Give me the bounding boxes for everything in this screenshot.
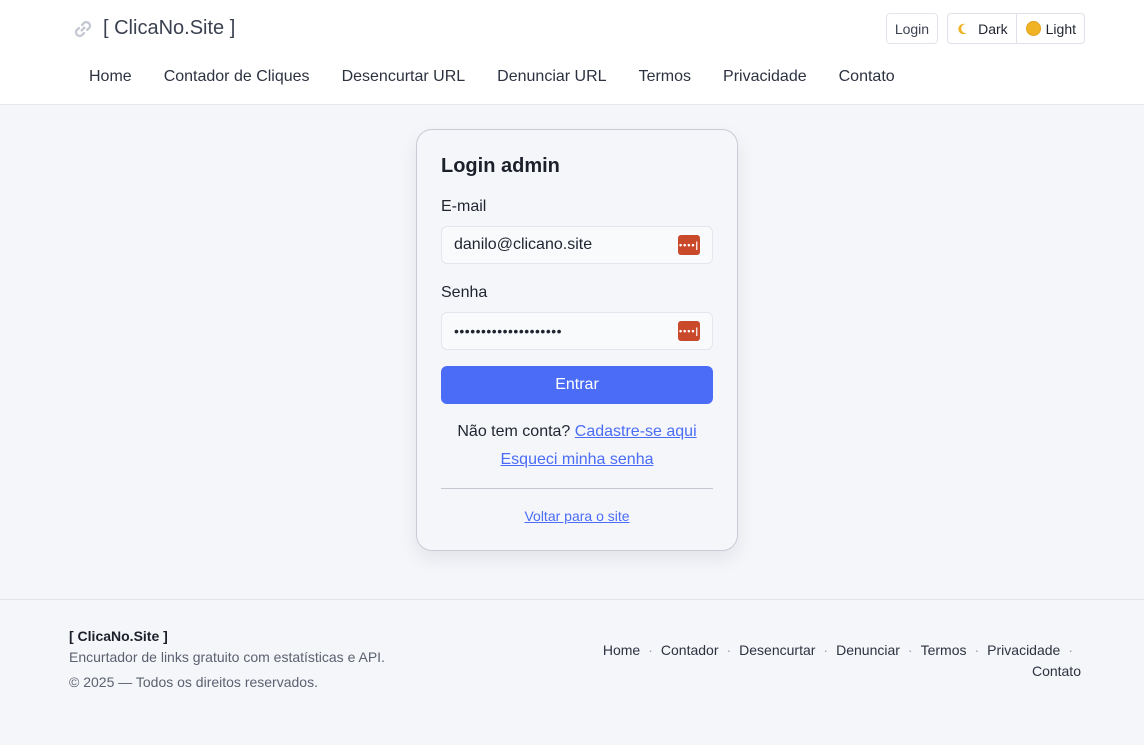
site-footer: [ ClicaNo.Site ] Encurtador de links gra… — [0, 599, 1144, 745]
footer-separator: · — [1068, 642, 1073, 658]
forgot-password-link[interactable]: Esqueci minha senha — [501, 451, 654, 468]
footer-link-desencurtar[interactable]: Desencurtar — [739, 642, 815, 658]
footer-separator: · — [907, 642, 913, 658]
signup-link[interactable]: Cadastre-se aqui — [575, 423, 697, 440]
back-to-site: Voltar para o site — [417, 508, 737, 524]
nav-desencurtar-url[interactable]: Desencurtar URL — [326, 66, 482, 88]
signup-prompt: Não tem conta? Cadastre-se aqui — [417, 423, 737, 441]
nav-denunciar-url[interactable]: Denunciar URL — [481, 66, 622, 88]
login-card: Login admin E-mail danilo@clicano.site •… — [416, 129, 738, 551]
footer-description: Encurtador de links gratuito com estatís… — [69, 649, 385, 665]
theme-light-button[interactable]: Light — [1015, 14, 1084, 43]
footer-link-termos[interactable]: Termos — [921, 642, 967, 658]
footer-link-privacidade[interactable]: Privacidade — [987, 642, 1060, 658]
password-manager-icon[interactable]: ••••| — [678, 235, 700, 255]
password-value: •••••••••••••••••••• — [454, 323, 563, 339]
header-actions: Login Dark Light — [885, 13, 1085, 44]
footer-separator: · — [726, 642, 732, 658]
signup-text: Não tem conta? — [457, 423, 571, 440]
link-icon — [74, 20, 92, 37]
login-submit-button[interactable]: Entrar — [441, 366, 713, 404]
footer-link-contador[interactable]: Contador — [661, 642, 719, 658]
login-button[interactable]: Login — [885, 13, 939, 44]
footer-separator: · — [648, 642, 653, 658]
nav-privacidade[interactable]: Privacidade — [707, 66, 823, 88]
theme-dark-button[interactable]: Dark — [948, 14, 1016, 43]
email-value: danilo@clicano.site — [454, 236, 593, 253]
footer-links: Home · Contador · Desencurtar · Denunciar · Term… — [581, 640, 1081, 682]
brand-text: [ ClicaNo.Site ] — [103, 17, 236, 39]
footer-copyright: © 2025 — Todos os direitos reservados. — [69, 674, 318, 690]
moon-icon — [958, 23, 967, 34]
back-to-site-link[interactable]: Voltar para o site — [524, 508, 629, 524]
password-field[interactable]: •••••••••••••••••••• ••••| — [441, 312, 713, 350]
footer-separator: · — [974, 642, 980, 658]
footer-link-home[interactable]: Home — [603, 642, 640, 658]
password-label: Senha — [441, 284, 488, 301]
main-nav: Home Contador de Cliques Desencurtar URL… — [73, 66, 911, 88]
password-manager-icon[interactable]: ••••| — [678, 321, 700, 341]
site-header: [ ClicaNo.Site ] Login Dark Light Home C… — [0, 0, 1144, 105]
nav-termos[interactable]: Termos — [623, 66, 707, 88]
footer-brand: [ ClicaNo.Site ] — [69, 628, 168, 644]
email-label: E-mail — [441, 198, 487, 215]
footer-link-contato[interactable]: Contato — [1032, 663, 1081, 679]
theme-toggle: Dark Light — [947, 13, 1085, 44]
theme-light-label: Light — [1045, 20, 1076, 37]
nav-contador-de-cliques[interactable]: Contador de Cliques — [148, 66, 326, 88]
site-logo[interactable]: [ ClicaNo.Site ] — [72, 17, 235, 40]
sun-icon — [1026, 22, 1040, 35]
footer-separator: · — [823, 642, 829, 658]
footer-link-denunciar[interactable]: Denunciar — [836, 642, 900, 658]
theme-dark-label: Dark — [978, 20, 1008, 37]
nav-contato[interactable]: Contato — [823, 66, 911, 88]
email-field[interactable]: danilo@clicano.site ••••| — [441, 226, 713, 264]
login-title: Login admin — [441, 155, 560, 177]
forgot-password: Esqueci minha senha — [417, 451, 737, 469]
nav-home[interactable]: Home — [73, 66, 148, 88]
card-divider — [441, 488, 713, 489]
